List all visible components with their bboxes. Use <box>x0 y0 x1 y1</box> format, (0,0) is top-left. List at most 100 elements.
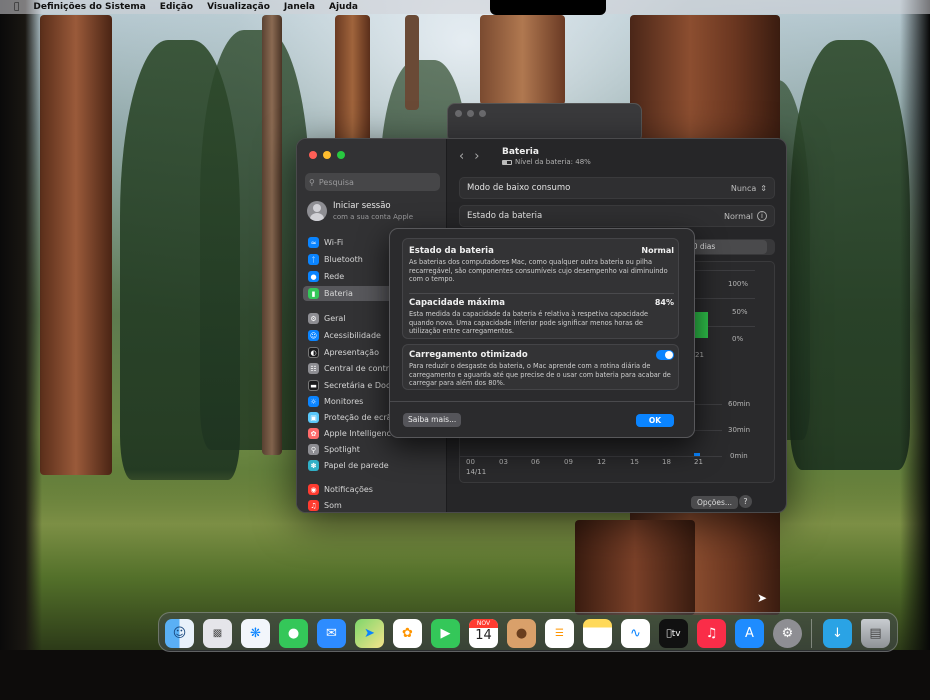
screen-bezel <box>0 650 930 700</box>
hour-tick: 09 <box>564 458 573 466</box>
battery-level-icon <box>502 159 512 165</box>
back-arrow-icon[interactable]: ‹ <box>459 149 474 164</box>
camera-notch <box>490 0 606 15</box>
mouse-pointer-icon: ➤ <box>757 591 768 605</box>
battery-level-subtitle: Nível da bateria: 48% <box>502 158 591 166</box>
search-field[interactable]: ⚲ Pesquisa <box>305 173 440 191</box>
footer-divider <box>390 401 694 402</box>
usage-bar <box>694 453 700 456</box>
minimize-button[interactable] <box>323 151 331 159</box>
notes-icon[interactable] <box>583 619 612 648</box>
menu-bar:  Definições do Sistema Edição Visualiza… <box>0 0 930 14</box>
level-tick-50: 50% <box>732 308 748 316</box>
contacts-icon[interactable]: ● <box>507 619 536 648</box>
close-button[interactable] <box>309 151 317 159</box>
sidebar-item-wallpaper[interactable]: ✽ Papel de parede <box>303 458 441 473</box>
sidebar-item-label: Central de contro <box>324 364 394 373</box>
globe-icon: ● <box>308 271 319 282</box>
optimized-card: Carregamento otimizado Para reduzir o de… <box>402 344 679 390</box>
divider <box>409 293 674 294</box>
level-tick-0: 0% <box>732 335 744 343</box>
hour-tick: 00 <box>466 458 475 466</box>
hour-tick: 18 <box>662 458 671 466</box>
launchpad-icon[interactable]: ▩ <box>203 619 232 648</box>
low-power-mode-value: Nunca <box>730 183 757 193</box>
page-title: Bateria <box>502 147 539 157</box>
help-button[interactable]: ? <box>739 495 752 508</box>
sidebar-item-label: Papel de parede <box>324 461 389 470</box>
reminders-icon[interactable]: ☰ <box>545 619 574 648</box>
finder-icon[interactable]: ☺ <box>165 619 194 648</box>
sidebar-item-label: Proteção de ecrã <box>324 413 392 422</box>
accessibility-icon: ☺ <box>308 330 319 341</box>
sidebar-item-label: Wi-Fi <box>324 238 344 247</box>
music-icon[interactable]: ♫ <box>697 619 726 648</box>
chevron-updown-icon: ⇕ <box>760 183 767 193</box>
photos-icon[interactable]: ✿ <box>393 619 422 648</box>
optimized-section: Carregamento otimizado Para reduzir o de… <box>409 350 674 388</box>
date-label: 14/11 <box>466 468 487 476</box>
facetime-icon[interactable]: ▶ <box>431 619 460 648</box>
usage-tick-30: 30min <box>728 426 751 434</box>
optimized-charging-toggle[interactable] <box>656 350 674 360</box>
ok-button[interactable]: OK <box>636 414 674 427</box>
downloads-folder-icon[interactable]: ↓ <box>823 619 852 648</box>
screen:  Definições do Sistema Edição Visualiza… <box>0 0 930 700</box>
capacity-section: Capacidade máxima 84% Esta medida da cap… <box>409 298 674 336</box>
learn-more-button[interactable]: Saiba mais... <box>403 413 462 427</box>
hour-tick: 15 <box>630 458 639 466</box>
capacity-value: 84% <box>654 298 674 307</box>
menu-help[interactable]: Ajuda <box>329 2 358 12</box>
usage-tick-0: 0min <box>730 452 748 460</box>
calendar-icon[interactable]: NOV 14 <box>469 619 498 648</box>
hour-tick: 21 <box>694 458 703 466</box>
health-value: Normal <box>641 246 674 255</box>
sidebar-item-label: Monitores <box>324 397 364 406</box>
level-tick-100: 100% <box>728 280 749 288</box>
zoom-button[interactable] <box>337 151 345 159</box>
wifi-icon: ≈ <box>308 237 319 248</box>
system-settings-icon[interactable]: ⚙ <box>773 619 802 648</box>
display-icon: ☼ <box>308 396 319 407</box>
info-icon[interactable]: i <box>757 211 767 221</box>
menu-edit[interactable]: Edição <box>160 2 193 12</box>
account-subtitle: com a sua conta Apple <box>333 213 414 221</box>
sidebar-item-notifications[interactable]: ◉ Notificações <box>303 482 441 497</box>
options-button[interactable]: Opções... <box>691 496 739 509</box>
forward-arrow-icon[interactable]: › <box>474 149 489 164</box>
low-power-mode-label: Modo de baixo consumo <box>467 183 571 193</box>
search-placeholder: Pesquisa <box>318 177 354 187</box>
dock-separator <box>811 619 812 648</box>
sidebar-item-label: Apple Intelligence <box>324 429 396 438</box>
window-controls <box>309 151 345 159</box>
tv-icon[interactable]: tv <box>659 619 688 648</box>
sidebar-item-sound[interactable]: ♫ Som <box>303 498 441 512</box>
maps-icon[interactable]: ➤ <box>355 619 384 648</box>
sidebar-item-label: Secretária e Dock <box>324 381 395 390</box>
appearance-icon: ◐ <box>308 347 319 358</box>
menu-window[interactable]: Janela <box>284 2 315 12</box>
control-center-icon: ☷ <box>308 363 319 374</box>
safari-icon[interactable]: ❋ <box>241 619 270 648</box>
apple-account-signin[interactable]: Iniciar sessão com a sua conta Apple <box>307 201 413 221</box>
menu-app-name[interactable]: Definições do Sistema <box>33 2 145 12</box>
menu-view[interactable]: Visualização <box>207 2 270 12</box>
background-window[interactable] <box>447 103 642 143</box>
dock: ☺ ▩ ❋ ● ✉ ➤ ✿ ▶ NOV 14 ● ☰ ∿ tv ♫ A ⚙ ↓… <box>158 612 898 652</box>
optimized-title: Carregamento otimizado <box>409 350 528 360</box>
mail-icon[interactable]: ✉ <box>317 619 346 648</box>
health-description: As baterias dos computadores Mac, como q… <box>409 258 668 284</box>
apple-menu-icon[interactable]:  <box>14 2 19 12</box>
app-store-icon[interactable]: A <box>735 619 764 648</box>
range-10-days[interactable]: 10 dias <box>685 240 767 254</box>
trash-icon[interactable]: ▤ <box>861 619 890 648</box>
sidebar-item-label: Rede <box>324 272 345 281</box>
sidebar-item-spotlight[interactable]: ⚲ Spotlight <box>303 442 441 457</box>
avatar <box>307 201 327 221</box>
messages-icon[interactable]: ● <box>279 619 308 648</box>
low-power-mode-select[interactable]: Nunca ⇕ <box>731 184 767 193</box>
low-power-mode-row[interactable]: Modo de baixo consumo Nunca ⇕ <box>459 177 775 199</box>
freeform-icon[interactable]: ∿ <box>621 619 650 648</box>
hour-tick: 03 <box>499 458 508 466</box>
health-section: Estado da bateria Normal As baterias dos… <box>409 246 674 284</box>
